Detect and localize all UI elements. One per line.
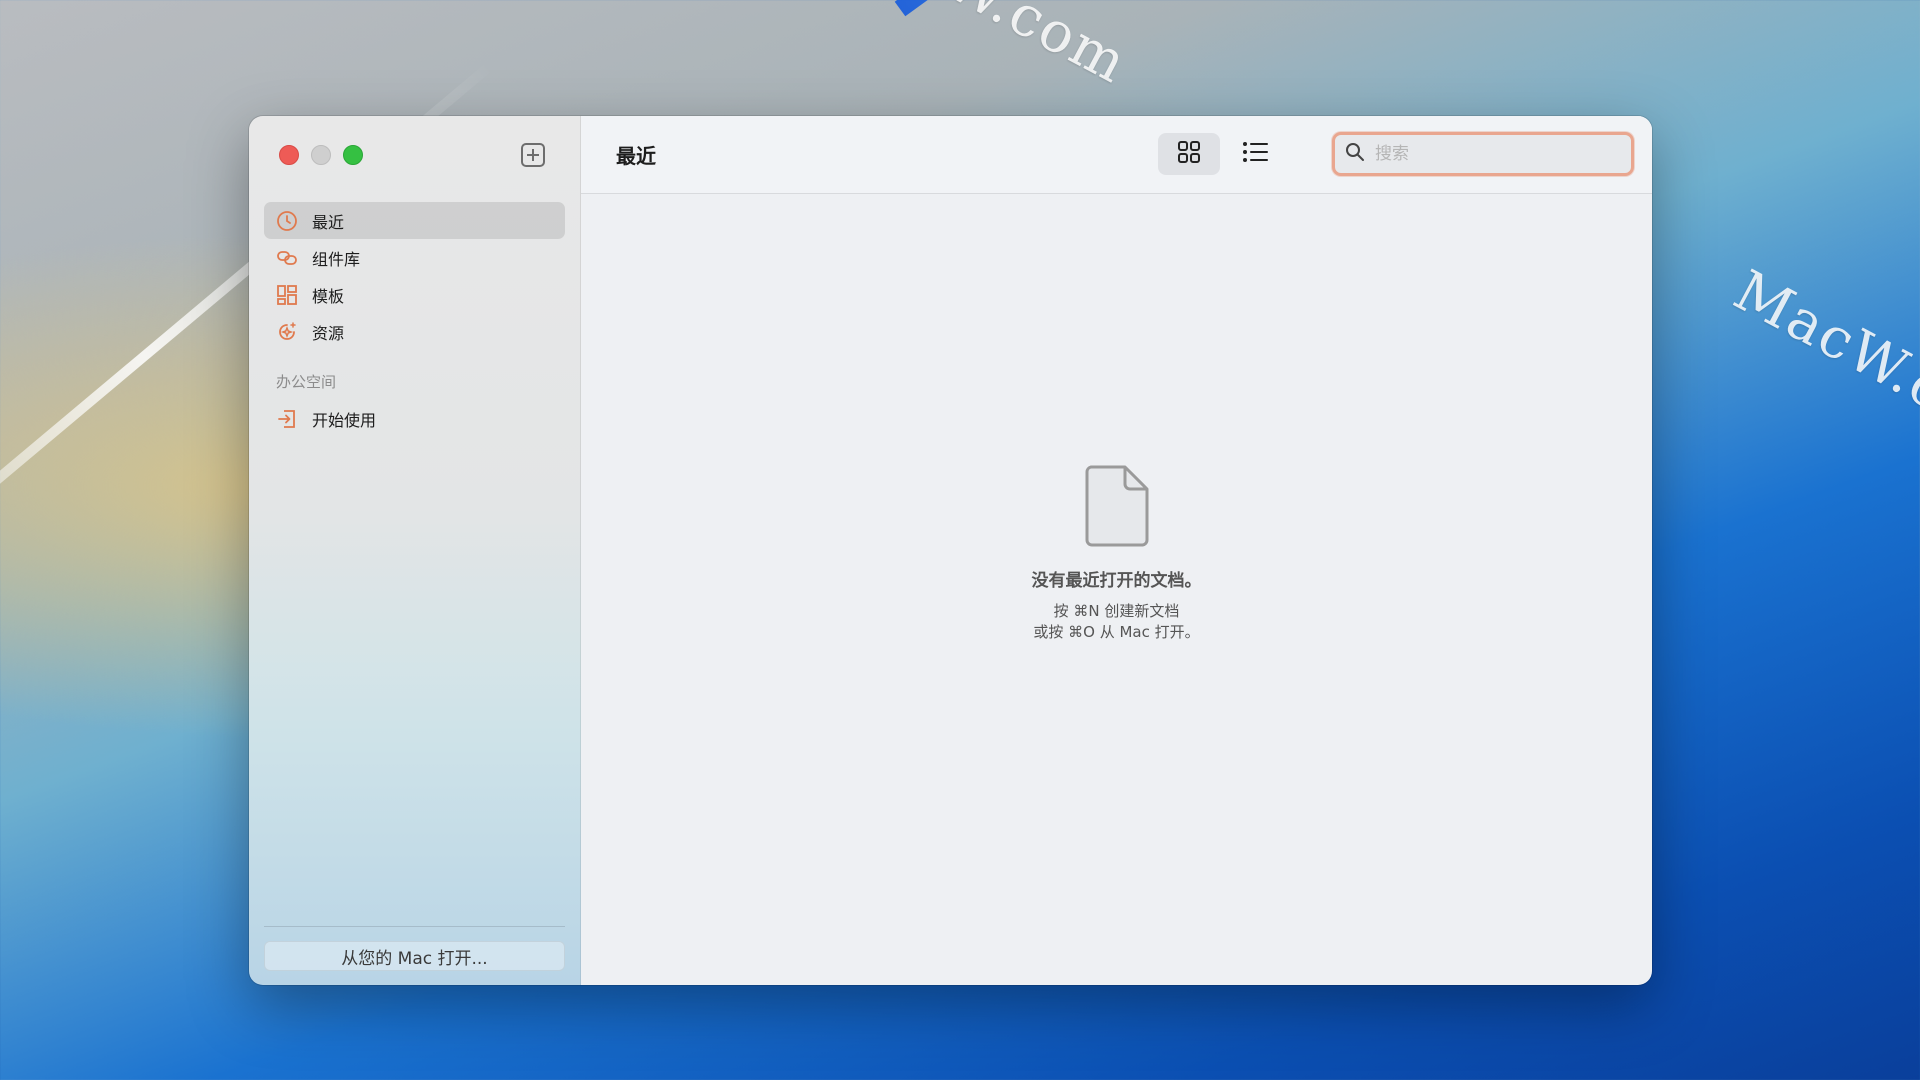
sidebar-nav: 最近 组件库 模板 资源 办公空间 开始使用 — [264, 202, 565, 437]
empty-state: 没有最近打开的文档。 按 ⌘N 创建新文档 或按 ⌘O 从 Mac 打开。 — [581, 464, 1652, 643]
watermark: MacW.com — [1723, 258, 1920, 467]
grid-layout-icon — [276, 284, 298, 306]
search-icon — [1345, 142, 1365, 166]
empty-state-hint-new: 按 ⌘N 创建新文档 — [1053, 602, 1180, 620]
main-content: 最近 搜索 没有最近打开的文档。 按 ⌘N 创建新文档 或按 ⌘O 从 Mac … — [581, 116, 1652, 985]
sidebar-item-recent[interactable]: 最近 — [264, 202, 565, 239]
search-input[interactable] — [1373, 143, 1617, 165]
list-view-button[interactable] — [1224, 133, 1286, 175]
sidebar-item-components[interactable]: 组件库 — [264, 239, 565, 276]
grid-view-icon — [1177, 140, 1201, 168]
close-window-button[interactable] — [279, 145, 299, 165]
section-label-workspace: 办公空间 — [276, 373, 337, 391]
sidebar-item-label: 资源 — [312, 323, 345, 343]
list-view-icon — [1242, 141, 1268, 167]
view-toggle — [1158, 133, 1286, 175]
page-title: 最近 — [616, 144, 656, 168]
link-shapes-icon — [276, 247, 298, 269]
empty-state-title: 没有最近打开的文档。 — [1031, 571, 1202, 591]
sidebar-item-resources[interactable]: 资源 — [264, 313, 565, 350]
app-window: 最近 组件库 模板 资源 办公空间 开始使用 从您的 Mac 打开... 最近 … — [249, 116, 1652, 985]
window-controls — [279, 145, 363, 165]
sidebar-item-label: 模板 — [312, 286, 345, 306]
enter-icon — [276, 408, 298, 430]
sidebar-item-get-started[interactable]: 开始使用 — [264, 400, 565, 437]
clock-icon — [276, 210, 298, 232]
sidebar-item-label: 最近 — [312, 212, 345, 232]
open-from-mac-button[interactable]: 从您的 Mac 打开... — [264, 941, 565, 971]
toolbar: 最近 — [581, 116, 1652, 194]
sidebar-item-label: 开始使用 — [312, 410, 377, 430]
watermark: MacW.com — [824, 0, 1139, 97]
sidebar-item-templates[interactable]: 模板 — [264, 276, 565, 313]
minimize-window-button[interactable] — [311, 145, 331, 165]
zoom-window-button[interactable] — [343, 145, 363, 165]
sidebar: 最近 组件库 模板 资源 办公空间 开始使用 从您的 Mac 打开... — [249, 116, 581, 985]
sidebar-item-label: 组件库 — [312, 249, 361, 269]
sidebar-footer: 从您的 Mac 打开... — [264, 926, 565, 971]
sparkle-badge-icon — [276, 321, 298, 343]
document-icon — [1085, 465, 1148, 547]
plus-square-icon[interactable] — [521, 143, 545, 167]
grid-view-button[interactable] — [1158, 133, 1220, 175]
empty-state-hint-open: 或按 ⌘O 从 Mac 打开。 — [1033, 623, 1200, 641]
search-field[interactable] — [1332, 132, 1634, 176]
